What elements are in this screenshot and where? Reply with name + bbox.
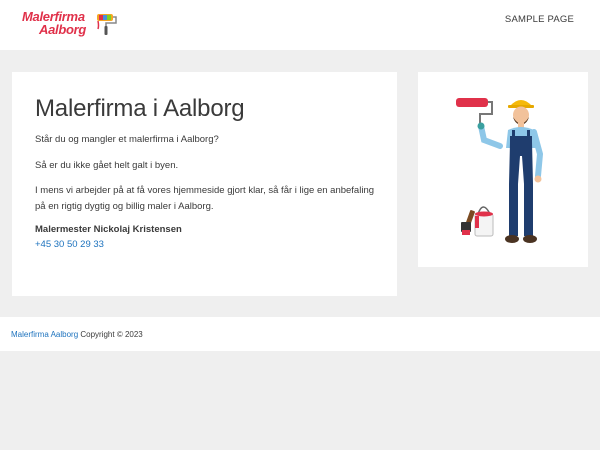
footer-copyright: Malerfirma Aalborg Copyright © 2023	[11, 330, 143, 339]
nav-sample-page[interactable]: SAMPLE PAGE	[505, 14, 574, 25]
paint-roller-icon	[97, 14, 117, 35]
logo-line-2: Aalborg	[39, 22, 87, 37]
logo-text: Malerfirma Aalborg	[22, 10, 87, 37]
copyright-text: Copyright © 2023	[78, 330, 143, 339]
site-logo[interactable]: Malerfirma Aalborg	[22, 10, 122, 39]
page-title: Malerfirma i Aalborg	[35, 95, 245, 122]
second-paragraph: Så er du ikke gået helt galt i byen.	[35, 160, 179, 171]
phone-link[interactable]: +45 30 50 29 33	[35, 239, 104, 250]
footer-site-link[interactable]: Malerfirma Aalborg	[11, 330, 78, 339]
painter-illustration	[456, 98, 544, 243]
intro-paragraph: Står du og mangler et malerfirma i Aalbo…	[35, 134, 219, 145]
site-header: Malerfirma Aalborg SAMPLE PAGE	[0, 0, 600, 50]
signature-name: Malermester Nickolaj Kristensen	[35, 224, 182, 235]
sidebar-image-card	[418, 72, 588, 267]
site-footer: Malerfirma Aalborg Copyright © 2023	[0, 317, 600, 351]
recommendation-paragraph: I mens vi arbejder på at få vores hjemme…	[35, 185, 375, 212]
main-content-card: Malerfirma i Aalborg Står du og mangler …	[12, 72, 397, 296]
